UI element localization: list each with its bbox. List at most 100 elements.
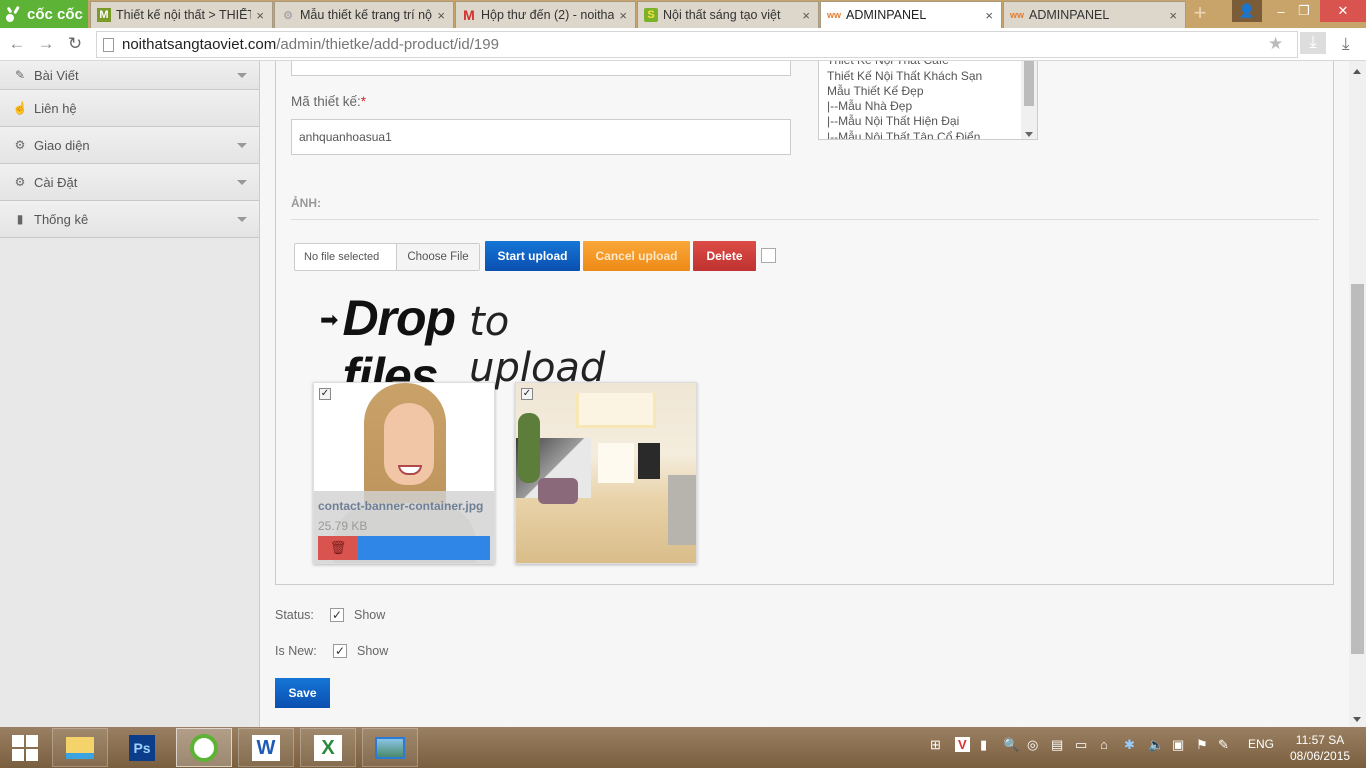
image-select-checkbox[interactable]: ✓ [521,388,533,400]
system-clock[interactable]: 11:57 SA 08/06/2015 [1290,732,1350,764]
is-new-label: Is New: [275,644,317,658]
savior-download-icon[interactable]: ⤓ [1300,32,1326,54]
tab-3[interactable]: M Hộp thư đến (2) - noithat × [455,1,636,28]
cancel-upload-button[interactable]: Cancel upload [583,241,690,271]
previous-field-input[interactable] [291,61,791,76]
volume-icon[interactable]: 🔈 [1148,737,1164,753]
s-site-icon: S [644,8,658,22]
section-divider [291,219,1319,220]
choose-file-button[interactable]: Choose File [396,244,479,270]
category-option[interactable]: |--Mẫu Nhà Đẹp [819,99,1037,114]
listbox-scrollbar[interactable] [1021,61,1037,139]
scroll-up-arrow-icon[interactable] [1353,69,1361,74]
sidebar-item-lien-he[interactable]: ☝ Liên hệ [0,90,259,127]
is-new-checkbox[interactable]: ✓ [333,644,347,658]
downloads-icon[interactable]: ⤓ [1342,34,1350,54]
design-code-input[interactable]: anhquanhoasua1 [291,119,791,155]
trash-icon[interactable]: 🗑 [318,536,358,560]
taskbar-photos[interactable] [362,728,418,767]
mh-site-icon: M [97,8,111,22]
scroll-down-arrow-icon[interactable] [1025,132,1033,137]
select-all-checkbox[interactable] [761,248,776,263]
taskbar-excel[interactable]: X [300,728,356,767]
sidebar-item-label: Bài Viết [34,67,79,83]
status-checkbox[interactable]: ✓ [330,608,344,622]
category-option[interactable]: Thiết Kế Nội Thất Cafe [819,61,1037,69]
status-row: Status: ✓ Show [275,608,385,622]
tab-2[interactable]: ⚙ Mẫu thiết kế trang trí nộ × [274,1,454,28]
close-icon[interactable]: × [256,8,264,23]
sidebar-item-bai-viet[interactable]: ✎ Bài Viết [0,61,259,90]
tray-v-icon[interactable]: V [955,737,970,752]
tray-windows-icon[interactable]: ⊞ [930,737,941,753]
taskbar-coccoc[interactable] [176,728,232,767]
adminpanel-icon: ww [827,10,842,20]
page-scrollbar[interactable] [1349,61,1366,727]
category-option[interactable]: |--Mẫu Nội Thất Tân Cổ Điển [819,130,1037,139]
close-window-button[interactable]: ✕ [1320,0,1366,22]
restore-button[interactable]: ❐ [1289,0,1319,22]
caret-down-icon [237,73,247,78]
display-icon[interactable]: ▣ [1172,737,1184,753]
language-indicator[interactable]: ENG [1248,737,1274,751]
scroll-down-arrow-icon[interactable] [1353,717,1361,722]
delete-button[interactable]: Delete [693,241,756,271]
tab-1[interactable]: M Thiết kế nội thất > THIẾT × [90,1,273,28]
category-listbox[interactable]: Thiết Kế Nội Thất Văn PhòngThiết Kế Nội … [818,61,1038,140]
tab-6[interactable]: ww ADMINPANEL × [1003,1,1186,28]
tray-window-icon[interactable]: ▤ [1051,737,1063,753]
clock-date: 08/06/2015 [1290,749,1351,763]
tab-4[interactable]: S Nội thất sáng tạo việt × [637,1,819,28]
tab-title: ADMINPANEL [846,8,927,22]
tray-misc-icon[interactable]: ✎ [1218,737,1229,753]
category-option[interactable]: Mẫu Thiết Kế Đẹp [819,84,1037,99]
user-profile-icon[interactable]: 👤 [1232,0,1262,22]
status-option: Show [354,608,386,622]
address-bar[interactable]: noithatsangtaoviet.com/admin/thietke/add… [96,31,1298,58]
start-button[interactable] [0,728,50,767]
tab-title: ADMINPANEL [1029,8,1110,22]
word-icon: W [252,734,280,761]
tray-app-icon[interactable]: ◎ [1027,737,1038,753]
main-content: Mã thiết kế:* anhquanhoasua1 Thiết Kế Nộ… [261,61,1349,727]
close-icon[interactable]: × [802,8,810,23]
image-card[interactable]: ✓ contact-banner-container.jpg 25.79 KB … [313,382,495,564]
close-icon[interactable]: × [1169,8,1177,23]
book-icon: ▮ [16,212,24,226]
page-scroll-thumb[interactable] [1351,284,1364,654]
bluetooth-icon[interactable]: ✱ [1124,737,1135,753]
search-icon[interactable]: 🔍 [1003,737,1019,753]
tray-monitor-icon[interactable]: ▭ [1075,737,1087,753]
caret-down-icon [237,217,247,222]
network-icon[interactable]: ⌂ [1100,737,1108,752]
close-icon[interactable]: × [437,8,445,23]
coccoc-menu-button[interactable]: cốc cốc [0,0,88,28]
back-icon[interactable]: ← [6,34,28,54]
image-card[interactable]: ✓ [515,382,697,564]
close-icon[interactable]: × [985,8,993,23]
new-tab-button[interactable]: + [1188,2,1212,25]
action-center-flag-icon[interactable]: ⚑ [1196,737,1208,753]
file-input[interactable]: No file selected Choose File [294,243,480,271]
category-option[interactable]: Thiết Kế Nội Thất Khách Sạn [819,69,1037,84]
sidebar-item-cai-dat[interactable]: ⚙ Cài Đặt [0,164,259,201]
forward-icon[interactable]: → [35,34,57,54]
taskbar-photoshop[interactable]: Ps [114,728,170,767]
sidebar-item-giao-dien[interactable]: ⚙ Giao diện [0,127,259,164]
gmail-icon: M [463,7,475,23]
listbox-scroll-thumb[interactable] [1024,61,1034,106]
taskbar-file-explorer[interactable] [52,728,108,767]
browser-tab-strip: cốc cốc M Thiết kế nội thất > THIẾT × ⚙ … [0,0,1366,28]
battery-icon[interactable]: ▮ [980,737,987,753]
category-option[interactable]: |--Mẫu Nội Thất Hiện Đại [819,114,1037,129]
taskbar-word[interactable]: W [238,728,294,767]
image-select-checkbox[interactable]: ✓ [319,388,331,400]
reload-icon[interactable]: ↻ [64,34,86,54]
drop-zone-light: to upload [469,299,606,391]
sidebar-item-thong-ke[interactable]: ▮ Thống kê [0,201,259,238]
close-icon[interactable]: × [619,8,627,23]
save-button[interactable]: Save [275,678,330,708]
start-upload-button[interactable]: Start upload [485,241,580,271]
tab-5-active[interactable]: ww ADMINPANEL × [820,1,1002,28]
bookmark-star-icon[interactable]: ★ [1268,34,1283,54]
